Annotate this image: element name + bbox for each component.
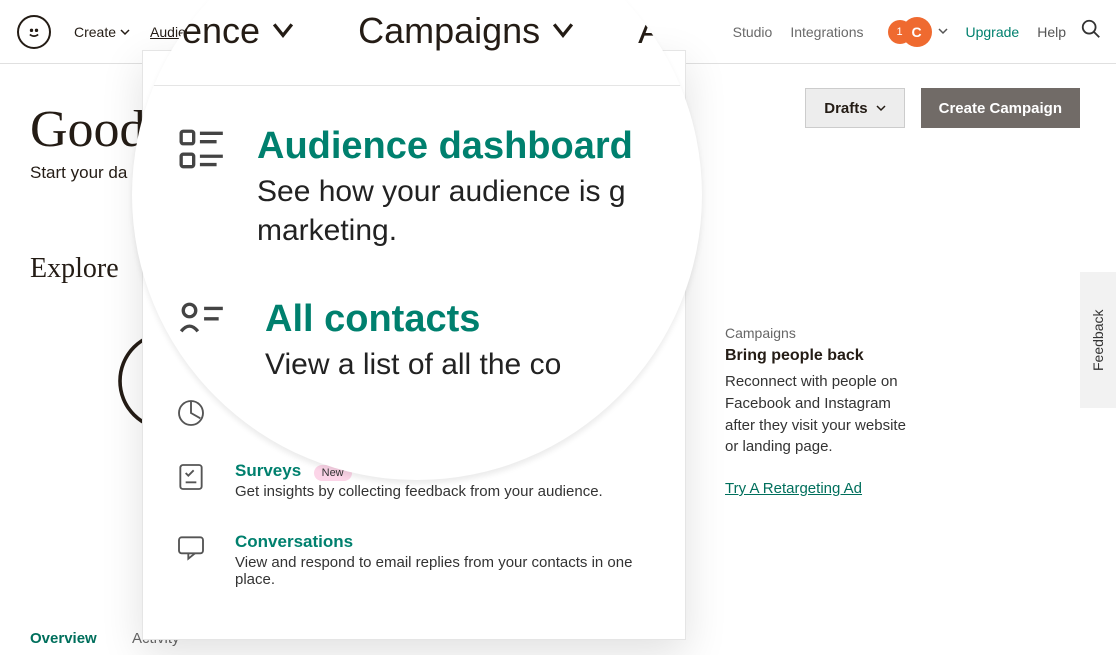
chat-icon [171, 532, 211, 588]
drafts-button[interactable]: Drafts [805, 88, 904, 128]
header-actions: Drafts Create Campaign [805, 88, 1080, 128]
mailchimp-logo-icon [24, 22, 44, 42]
brand-logo[interactable] [14, 15, 54, 49]
nav-integrations[interactable]: Integrations [790, 24, 863, 40]
create-campaign-button[interactable]: Create Campaign [921, 88, 1080, 128]
nav-studio[interactable]: Studio [733, 24, 773, 40]
card-retarget-eyebrow: Campaigns [725, 325, 920, 341]
list-icon [177, 125, 227, 250]
panel-item-title: Conversations [235, 532, 657, 552]
avatar-badge: 1 [888, 20, 912, 44]
upgrade-link[interactable]: Upgrade [966, 24, 1020, 40]
search-button[interactable] [1080, 18, 1102, 45]
account-switcher[interactable]: 1 C [888, 17, 948, 47]
nav-create[interactable]: Create [74, 24, 130, 40]
drafts-label: Drafts [824, 100, 867, 117]
search-icon [1080, 18, 1102, 40]
tab-overview[interactable]: Overview [30, 630, 97, 647]
chevron-down-icon [876, 100, 886, 117]
mag-item-title: All contacts [265, 298, 561, 341]
card-retarget-body: Reconnect with people on Facebook and In… [725, 371, 920, 458]
help-link[interactable]: Help [1037, 24, 1066, 40]
mag-item-title: Audience dashboard [257, 125, 702, 168]
magnified-item-all-contacts[interactable]: All contacts View a list of all the co [177, 298, 561, 384]
nav-create-label: Create [74, 24, 116, 40]
magnifier-lens: ence Campaigns Auto Audience dashboard S… [132, 0, 702, 480]
create-campaign-label: Create Campaign [939, 100, 1062, 117]
card-retarget-cta[interactable]: Try A Retargeting Ad [725, 480, 862, 497]
contacts-icon [177, 298, 235, 384]
chevron-down-icon [938, 23, 948, 41]
magnified-item-audience-dashboard[interactable]: Audience dashboard See how your audience… [177, 125, 702, 250]
panel-item-desc: View and respond to email replies from y… [235, 554, 657, 588]
feedback-tab[interactable]: Feedback [1080, 272, 1116, 408]
panel-item-conversations[interactable]: Conversations View and respond to email … [153, 516, 675, 604]
mag-item-desc: See how your audience is g marketing. [257, 172, 702, 250]
card-retarget: Campaigns Bring people back Reconnect wi… [725, 325, 920, 497]
panel-item-desc: Get insights by collecting feedback from… [235, 483, 657, 500]
chevron-down-icon [120, 24, 130, 40]
mag-item-desc: View a list of all the co [265, 345, 561, 384]
card-retarget-title: Bring people back [725, 347, 920, 365]
magnified-nav: ence Campaigns Auto [182, 10, 702, 52]
